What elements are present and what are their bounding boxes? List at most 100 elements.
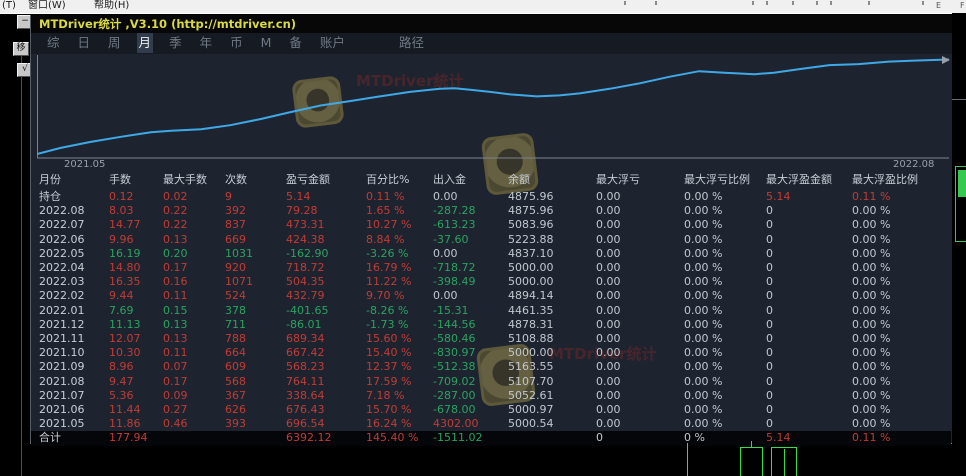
tab-4[interactable]: 月 (137, 33, 154, 53)
clipped-toolbar-icon (792, 1, 794, 5)
line-end-arrow-icon (942, 56, 950, 64)
table-cell: 0.00 (596, 261, 684, 275)
menu-item-clipped[interactable]: (T) (2, 0, 16, 12)
table-cell: 669 (225, 233, 286, 247)
table-cell: 524 (225, 289, 286, 303)
tab-10[interactable]: 账户 (318, 33, 347, 53)
table-cell: 0.13 (163, 233, 225, 247)
strip-divider (21, 54, 22, 476)
table-cell: 0.00 (596, 360, 684, 374)
table-cell: 0.00 % (852, 233, 951, 247)
x-axis-start-label: 2021.05 (64, 159, 105, 170)
background-chart-strip (952, 13, 966, 476)
table-cell: 5163.55 (508, 360, 596, 374)
menu-item-window[interactable]: 窗口(W) (28, 0, 66, 12)
table-cell: 0.17 (163, 375, 225, 389)
table-cell: 1031 (225, 247, 286, 261)
table-cell: -1511.02 (433, 431, 508, 445)
table-cell: 0.00 (433, 190, 508, 204)
table-cell: 0.00 % (852, 218, 951, 232)
tab-8[interactable]: M (259, 33, 274, 53)
table-cell: 5.14 (286, 190, 366, 204)
table-cell: 0 (766, 417, 852, 431)
table-cell: 0.00 % (852, 247, 951, 261)
table-row: 2022.088.030.2239279.281.65 %-287.284875… (31, 204, 951, 218)
table-cell: 0 (766, 304, 852, 318)
path-button[interactable]: 路径 (399, 33, 424, 53)
tab-5[interactable]: 季 (167, 33, 184, 53)
table-cell: 689.34 (286, 332, 366, 346)
table-cell: 5.14 (766, 190, 852, 204)
table-cell: 0.11 % (366, 190, 433, 204)
tab-1[interactable]: 综 (45, 33, 62, 53)
table-cell: 0.13 (163, 332, 225, 346)
table-cell: 0 (766, 204, 852, 218)
table-cell: 7.18 % (366, 389, 433, 403)
column-header: 最大浮亏比例 (684, 170, 766, 190)
table-cell: 0.13 (163, 318, 225, 332)
table-cell: 8.84 % (366, 233, 433, 247)
table-cell: 2021.08 (31, 375, 109, 389)
table-cell: 0.00 % (684, 318, 766, 332)
table-cell: 432.79 (286, 289, 366, 303)
table-cell: -287.00 (433, 389, 508, 403)
table-cell: 14.77 (109, 218, 163, 232)
table-cell: 0.00 % (684, 218, 766, 232)
table-cell: 367 (225, 389, 286, 403)
table-cell: 合计 (31, 431, 109, 445)
table-cell: 11.13 (109, 318, 163, 332)
table-cell (508, 431, 596, 445)
tab-3[interactable]: 周 (106, 33, 123, 53)
table-cell: 0.00 % (684, 346, 766, 360)
table-cell: -287.28 (433, 204, 508, 218)
table-cell: 0.00 (596, 389, 684, 403)
table-cell: 9.44 (109, 289, 163, 303)
column-header: 出入金 (433, 170, 508, 190)
table-cell: 2021.09 (31, 360, 109, 374)
tab-7[interactable]: 币 (228, 33, 245, 53)
table-cell: 0 % (684, 431, 766, 445)
table-cell: 788 (225, 332, 286, 346)
table-cell: 0.00 % (684, 204, 766, 218)
table-cell: 5108.88 (508, 332, 596, 346)
column-header: 余额 (508, 170, 596, 190)
table-cell: 0 (766, 233, 852, 247)
table-row: 2021.0511.860.46393696.5416.24 %4302.005… (31, 417, 951, 431)
table-row: 2022.0714.770.22837473.3110.27 %-613.235… (31, 218, 951, 232)
table-cell: -512.38 (433, 360, 508, 374)
table-cell: 5.14 (766, 431, 852, 445)
table-cell: 2021.05 (31, 417, 109, 431)
table-cell: 11.44 (109, 403, 163, 417)
table-cell: 5000.00 (508, 275, 596, 289)
table-row: 2022.069.960.13669424.388.84 %-37.605223… (31, 233, 951, 247)
tab-2[interactable]: 日 (76, 33, 93, 53)
table-cell: 920 (225, 261, 286, 275)
table-cell: 0.00 (596, 403, 684, 417)
table-cell: 5052.61 (508, 389, 596, 403)
tab-9[interactable]: 备 (287, 33, 304, 53)
table-cell: 837 (225, 218, 286, 232)
move-button[interactable]: 移 (13, 42, 29, 56)
table-cell: 15.40 % (366, 346, 433, 360)
table-cell: 0.00 (596, 417, 684, 431)
table-cell: 177.94 (109, 431, 163, 445)
table-cell: 0.00 % (684, 389, 766, 403)
table-cell: 0.00 % (684, 332, 766, 346)
equity-curve-chart (37, 55, 951, 159)
menu-item-help[interactable]: 帮助(H) (94, 0, 129, 12)
drawing-vertical-line (687, 443, 688, 476)
table-cell: 676.43 (286, 403, 366, 417)
tab-6[interactable]: 年 (198, 33, 215, 53)
table-cell: -709.02 (433, 375, 508, 389)
table-cell: 696.54 (286, 417, 366, 431)
table-cell: -398.49 (433, 275, 508, 289)
table-cell: 0.09 (163, 389, 225, 403)
table-cell: 0 (766, 218, 852, 232)
table-cell: 711 (225, 318, 286, 332)
table-cell: 0.00 % (684, 304, 766, 318)
table-cell: 2022.07 (31, 218, 109, 232)
table-cell: 0.00 % (684, 233, 766, 247)
table-cell: 0.00 % (852, 289, 951, 303)
table-cell: 0.00 (596, 218, 684, 232)
table-cell: 0 (766, 289, 852, 303)
